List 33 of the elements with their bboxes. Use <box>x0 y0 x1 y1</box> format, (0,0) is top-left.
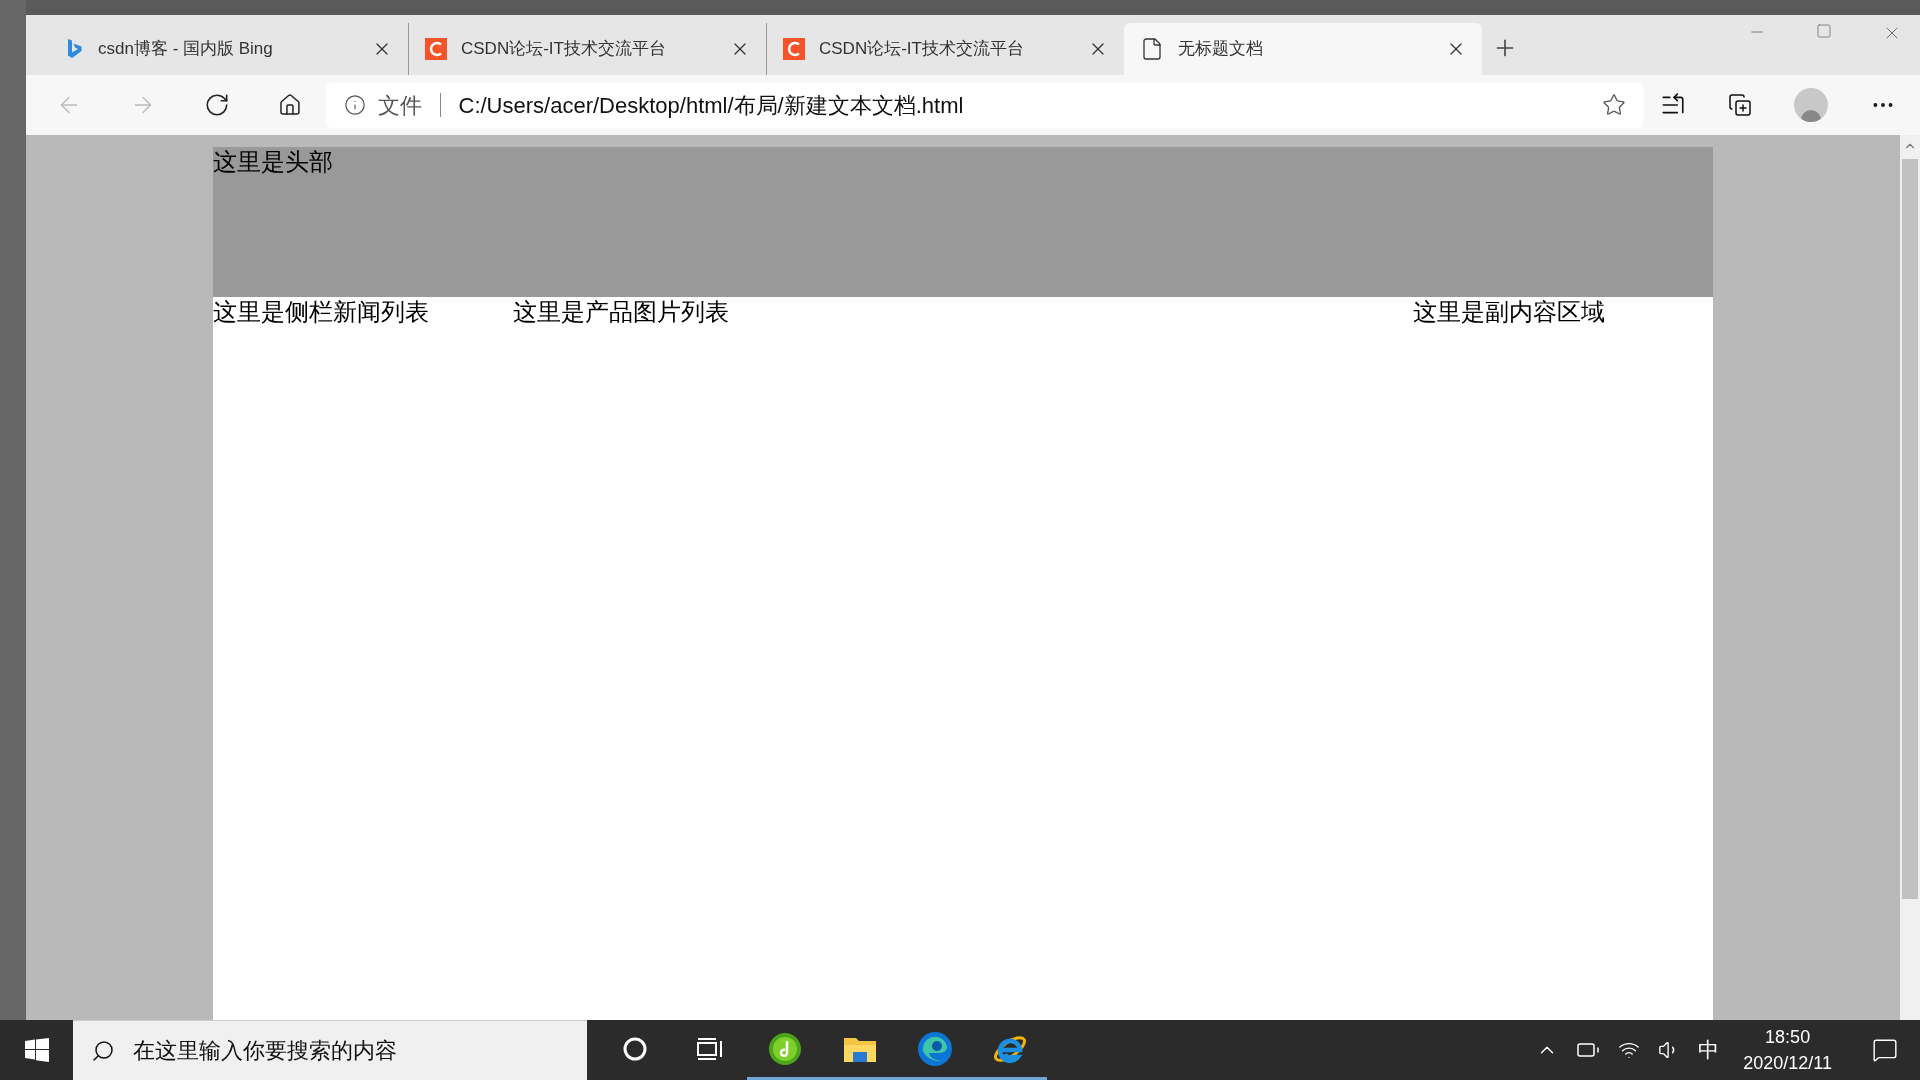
info-icon[interactable] <box>343 94 366 116</box>
clock-date: 2020/12/11 <box>1743 1052 1832 1075</box>
browser-tab[interactable]: 无标题文档 <box>1124 23 1482 75</box>
taskbar-search-bar[interactable]: 在这里输入你要搜索的内容 <box>73 1020 587 1080</box>
collections-icon[interactable] <box>1728 93 1752 117</box>
csdn-logo-icon <box>783 38 805 60</box>
windows-logo-icon <box>24 1038 49 1062</box>
profile-avatar[interactable] <box>1794 88 1828 122</box>
file-scheme-label: 文件 <box>377 91 422 120</box>
task-view-icon[interactable] <box>695 1036 724 1061</box>
sidebar-text: 这里是侧栏新闻列表 <box>213 297 430 327</box>
header-text: 这里是头部 <box>213 148 333 175</box>
input-method-indicator[interactable]: 中 <box>1698 1034 1720 1066</box>
home-icon[interactable] <box>277 93 302 117</box>
scrollbar[interactable] <box>1900 135 1920 1020</box>
csdn-logo-icon <box>425 38 447 60</box>
clock-time: 18:50 <box>1765 1026 1811 1049</box>
url-text: C:/Users/acer/Desktop/html/布局/新建文本文档.html <box>458 91 965 120</box>
clock[interactable]: 18:50 2020/12/11 <box>1743 1024 1832 1076</box>
cortana-icon[interactable] <box>622 1036 647 1061</box>
aside-text: 这里是副内容区域 <box>1413 297 1606 327</box>
search-input[interactable]: 在这里输入你要搜索的内容 <box>133 1034 569 1067</box>
add-favorite-icon[interactable] <box>1602 93 1626 117</box>
document-icon <box>1140 37 1164 61</box>
music-app-icon[interactable] <box>767 1031 802 1066</box>
search-icon <box>91 1038 115 1063</box>
browser-tab[interactable]: csdn博客 - 国内版 Bing <box>50 23 408 75</box>
main-content-text: 这里是产品图片列表 <box>513 297 730 327</box>
edge-browser-icon[interactable] <box>916 1030 953 1067</box>
bing-logo-icon <box>66 38 84 60</box>
notifications-icon[interactable] <box>1872 1037 1898 1063</box>
address-bar[interactable]: 文件 C:/Users/acer/Desktop/html/布局/新建文本文档.html <box>325 82 1644 128</box>
refresh-icon[interactable] <box>203 92 230 118</box>
